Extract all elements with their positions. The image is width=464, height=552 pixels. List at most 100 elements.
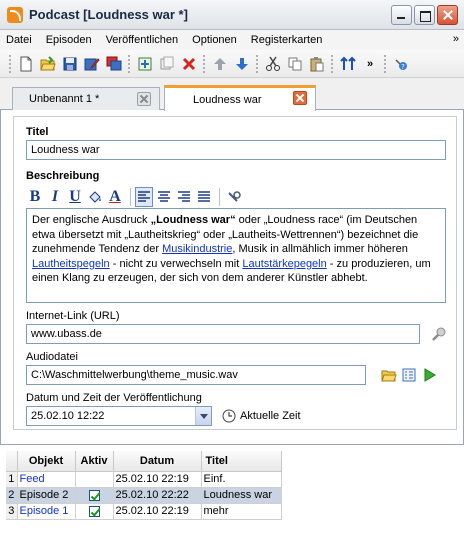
cell-titel[interactable]: Loudness war: [201, 487, 282, 504]
column-header-aktiv[interactable]: Aktiv: [75, 451, 114, 472]
save-icon[interactable]: [60, 54, 80, 74]
italic-button[interactable]: I: [46, 187, 64, 207]
current-time-button[interactable]: Aktuelle Zeit: [240, 410, 301, 422]
copy-window-icon[interactable]: [104, 54, 124, 74]
cell-aktiv: [75, 503, 114, 520]
fill-color-icon[interactable]: [86, 187, 104, 207]
row-number[interactable]: 3: [6, 503, 18, 520]
cell-objekt[interactable]: Episode 1: [17, 503, 76, 520]
description-editor[interactable]: Der englische Ausdruck „Loudness war“ od…: [26, 208, 446, 303]
spellcheck-icon[interactable]: [224, 187, 242, 207]
url-input[interactable]: www.ubass.de: [26, 324, 420, 344]
chevron-down-icon[interactable]: [195, 407, 211, 425]
duplicate-icon[interactable]: [157, 54, 177, 74]
audio-file-input[interactable]: C:\Waschmittelwerbung\theme_music.wav: [26, 365, 366, 385]
svg-text:?: ?: [401, 63, 405, 71]
cut-icon[interactable]: [263, 54, 283, 74]
menu-optionen[interactable]: Optionen: [185, 34, 244, 46]
date-value: 25.02.10 12:22: [31, 410, 105, 422]
cell-datum[interactable]: 25.02.10 22:19: [113, 471, 202, 488]
cell-titel[interactable]: mehr: [201, 503, 282, 520]
align-center-icon[interactable]: [155, 187, 173, 207]
sort-icon[interactable]: [338, 54, 358, 74]
toolbar-separator: [331, 54, 334, 73]
toolbar-overflow-button[interactable]: »: [360, 54, 380, 74]
align-justify-icon[interactable]: [195, 187, 213, 207]
menu-overflow-button[interactable]: »: [453, 33, 459, 45]
cell-datum[interactable]: 25.02.10 22:22: [113, 487, 202, 504]
copy-icon[interactable]: [285, 54, 305, 74]
delete-icon[interactable]: [179, 54, 199, 74]
window-title: Podcast [Loudness war *]: [29, 7, 188, 22]
minimize-button[interactable]: [391, 5, 412, 25]
table-row[interactable]: 3 Episode 1 25.02.10 22:19 mehr: [6, 503, 282, 520]
aktiv-checkbox[interactable]: [88, 489, 100, 501]
window-controls: [391, 5, 458, 25]
format-separator: [130, 188, 131, 206]
tab-unbenannt[interactable]: Unbenannt 1 *: [12, 87, 160, 110]
add-icon[interactable]: [135, 54, 155, 74]
search-link-icon[interactable]: [430, 325, 448, 343]
title-input[interactable]: Loudness war: [26, 140, 446, 160]
format-toolbar: B I U A: [26, 186, 444, 208]
open-folder-icon[interactable]: [380, 366, 398, 384]
play-icon[interactable]: [420, 366, 438, 384]
menu-registerkarten[interactable]: Registerkarten: [244, 34, 330, 46]
column-header-titel[interactable]: Titel: [201, 451, 282, 472]
row-number[interactable]: 1: [6, 471, 18, 488]
description-text: Der englische Ausdruck: [32, 214, 151, 226]
cell-titel[interactable]: Einf.: [201, 471, 282, 488]
align-right-icon[interactable]: [175, 187, 193, 207]
format-separator: [219, 188, 220, 206]
description-label: Beschreibung: [26, 170, 100, 182]
link-musikindustrie[interactable]: Musikindustrie: [162, 243, 232, 255]
up-arrow-icon[interactable]: [210, 54, 230, 74]
tab-label: Loudness war: [193, 93, 262, 106]
menu-datei[interactable]: Datei: [0, 34, 39, 46]
link-lautheitspegeln[interactable]: Lautheitspegeln: [32, 258, 110, 270]
column-header-objekt[interactable]: Objekt: [17, 451, 76, 472]
edit-icon[interactable]: [82, 54, 102, 74]
bold-button[interactable]: B: [26, 187, 44, 207]
row-number-header: [6, 451, 18, 472]
aktiv-checkbox[interactable]: [88, 505, 100, 517]
cell-aktiv: [75, 471, 114, 488]
toolbar-grip[interactable]: [9, 54, 12, 73]
close-window-button[interactable]: [437, 5, 458, 25]
menu-veroeffentlichen[interactable]: Veröffentlichen: [99, 34, 186, 46]
episode-form: Titel Loudness war Beschreibung B I U A: [13, 116, 457, 430]
clock-icon[interactable]: [222, 409, 236, 426]
text-color-icon[interactable]: A: [106, 187, 124, 207]
cell-objekt[interactable]: Episode 2: [17, 487, 76, 504]
tab-strip: Unbenannt 1 * Loudness war: [0, 78, 464, 111]
tab-close-icon[interactable]: [137, 92, 151, 106]
paste-icon[interactable]: [307, 54, 327, 74]
cell-objekt[interactable]: Feed: [17, 471, 76, 488]
podcast-icon: [7, 6, 23, 23]
down-arrow-icon[interactable]: [232, 54, 252, 74]
toolbar-separator: [384, 54, 387, 73]
underline-button[interactable]: U: [66, 187, 84, 207]
table-row[interactable]: 2 Episode 2 25.02.10 22:22 Loudness war: [6, 487, 282, 504]
open-folder-icon[interactable]: [38, 54, 58, 74]
help-icon[interactable]: ?: [391, 54, 411, 74]
date-combobox[interactable]: 25.02.10 12:22: [26, 406, 212, 426]
link-lautstaerkepegeln[interactable]: Lautstärkepegeln: [242, 258, 326, 270]
toolbar-separator: [256, 54, 259, 73]
episode-table-area: Objekt Aktiv Datum Titel 1 Feed 25.02.10 2…: [0, 444, 464, 552]
cell-datum[interactable]: 25.02.10 22:19: [113, 503, 202, 520]
file-info-icon[interactable]: [400, 366, 418, 384]
column-header-datum[interactable]: Datum: [113, 451, 202, 472]
row-number[interactable]: 2: [6, 487, 18, 504]
maximize-button[interactable]: [414, 5, 435, 25]
tab-close-icon[interactable]: [293, 91, 307, 105]
new-file-icon[interactable]: [16, 54, 36, 74]
url-label: Internet-Link (URL): [26, 310, 120, 322]
align-left-icon[interactable]: [135, 187, 153, 207]
toolbar-separator: [203, 54, 206, 73]
episode-table: Objekt Aktiv Datum Titel 1 Feed 25.02.10 2…: [6, 451, 282, 520]
tab-loudness-war[interactable]: Loudness war: [164, 85, 316, 111]
toolbar: » ?: [0, 50, 464, 78]
menu-episoden[interactable]: Episoden: [39, 34, 99, 46]
table-row[interactable]: 1 Feed 25.02.10 22:19 Einf.: [6, 471, 282, 488]
